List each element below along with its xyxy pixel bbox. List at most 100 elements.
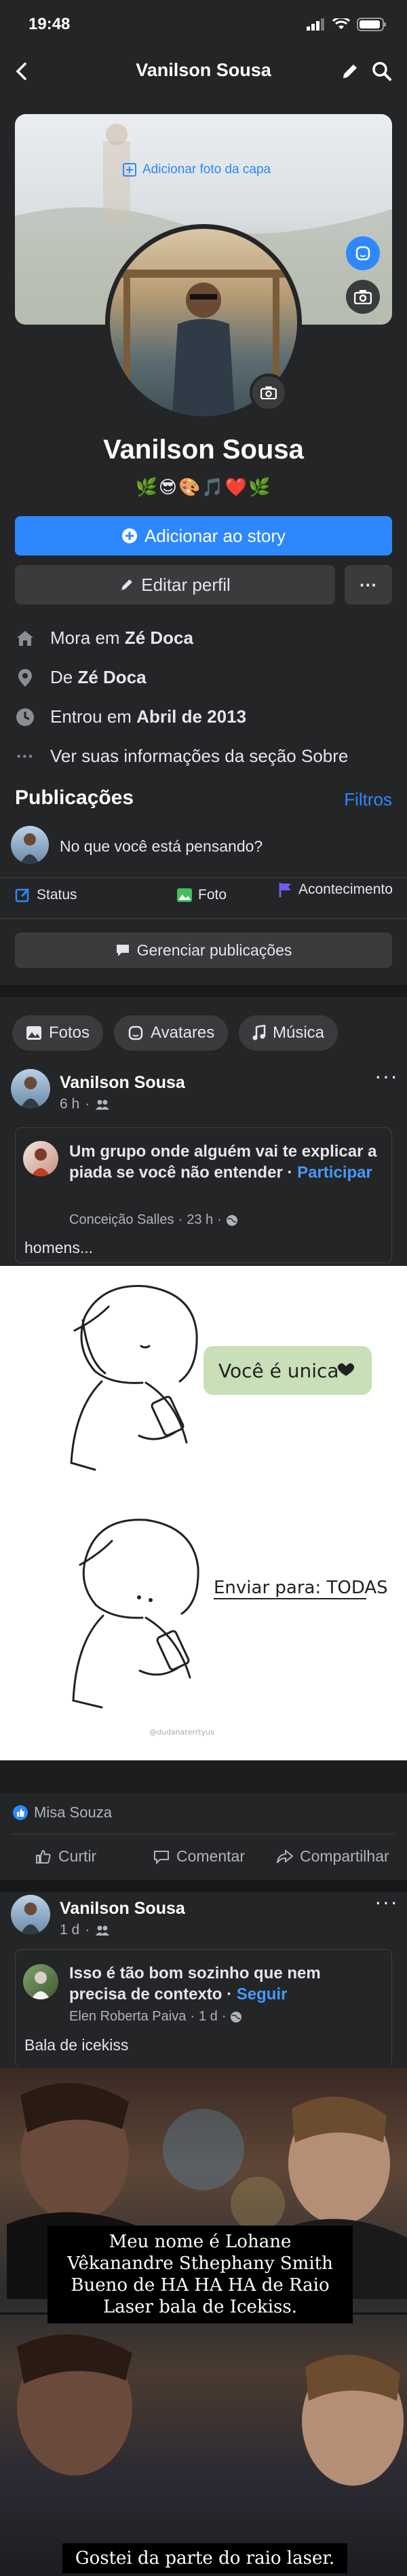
location-pin-icon xyxy=(18,668,32,687)
comic-text-2: Enviar para: TODAS xyxy=(214,1578,388,1598)
post-author-name[interactable]: Vanilson Sousa xyxy=(60,1899,185,1919)
post-author-avatar[interactable] xyxy=(11,1895,50,1934)
chip-photos[interactable]: Fotos xyxy=(12,1015,104,1051)
intro-text: Ver suas informações da seção Sobre xyxy=(50,746,349,766)
tab-life-event[interactable]: Acontecimento xyxy=(278,882,400,898)
battery-icon xyxy=(357,18,386,31)
post-options-button[interactable]: ··· xyxy=(374,1889,398,1915)
intro-joined[interactable]: Entrou em Abril de 2013 xyxy=(15,706,246,727)
meme-caption-bottom: Gostei da parte do raio laser. xyxy=(62,2543,347,2573)
comment-icon xyxy=(154,1850,169,1864)
avatar-figure xyxy=(20,1076,41,1108)
shared-post-time: 23 h xyxy=(187,1212,214,1227)
status-time: 19:48 xyxy=(28,15,71,33)
cover-avatar-button[interactable] xyxy=(346,236,380,270)
avatar-face-icon xyxy=(355,246,370,261)
add-photo-icon xyxy=(123,163,136,177)
edit-profile-button[interactable]: Editar perfil xyxy=(15,565,335,604)
shared-post-author[interactable]: Conceição Salles xyxy=(69,1212,174,1228)
avatar-figure xyxy=(31,1972,50,1999)
composer-input[interactable]: No que você está pensando? xyxy=(60,837,263,856)
home-icon xyxy=(17,630,33,646)
shared-author-avatar[interactable] xyxy=(23,1141,58,1176)
add-cover-photo-link[interactable]: Adicionar foto da capa xyxy=(122,162,271,177)
comment-button[interactable]: Comentar xyxy=(153,1847,245,1866)
intro-text: De xyxy=(50,667,78,687)
reaction-name: Misa Souza xyxy=(34,1804,112,1821)
post-image-comic[interactable]: Você é unica Enviar para: TODAS @dudanat… xyxy=(0,1266,407,1760)
camera-icon xyxy=(354,290,372,304)
post-image-meme[interactable]: Meu nome é Lohane Vêkanandre Sthephany S… xyxy=(0,2068,407,2576)
cover-camera-button[interactable] xyxy=(346,280,380,314)
profile-more-button[interactable]: ··· xyxy=(345,565,392,604)
intro-value: Zé Doca xyxy=(77,667,147,687)
join-link[interactable]: Participar xyxy=(297,1163,372,1182)
edit-profile-label: Editar perfil xyxy=(141,574,231,595)
shared-author-avatar[interactable] xyxy=(23,1964,58,1999)
like-reaction-icon xyxy=(13,1805,28,1820)
post-caption: Bala de icekiss xyxy=(24,2036,129,2054)
filters-link[interactable]: Filtros xyxy=(344,789,392,810)
avatar-figure xyxy=(20,833,39,864)
section-separator xyxy=(0,985,407,997)
chip-avatars[interactable]: Avatares xyxy=(114,1015,229,1051)
intro-lives-in[interactable]: Mora em Zé Doca xyxy=(15,628,193,649)
like-button[interactable]: Curtir xyxy=(35,1847,96,1866)
section-separator xyxy=(0,1880,407,1892)
music-note-icon xyxy=(252,1025,266,1040)
edit-button[interactable] xyxy=(341,62,360,81)
share-label: Compartilhar xyxy=(300,1847,389,1865)
flag-icon xyxy=(279,883,291,897)
manage-posts-button[interactable]: Gerenciar publicações xyxy=(15,932,392,968)
divider xyxy=(0,918,407,919)
share-button[interactable]: Compartilhar xyxy=(277,1847,389,1866)
status-icons xyxy=(307,18,387,31)
pencil-icon xyxy=(121,579,133,590)
chip-avatars-label: Avatares xyxy=(151,1023,215,1042)
tab-status-label: Status xyxy=(37,887,77,903)
search-button[interactable] xyxy=(372,61,392,81)
post-author-name[interactable]: Vanilson Sousa xyxy=(60,1073,185,1093)
intro-text: Mora em xyxy=(50,628,125,648)
globe-icon xyxy=(226,1214,237,1226)
intro-see-about[interactable]: ··· Ver suas informações da seção Sobre xyxy=(15,746,348,767)
post-caption: homens... xyxy=(24,1239,93,1256)
signal-icon xyxy=(307,18,324,31)
chip-music[interactable]: Música xyxy=(239,1015,338,1051)
shared-post-meta: Conceição Salles · 23 h · xyxy=(69,1212,238,1228)
post-reactions[interactable]: Misa Souza xyxy=(12,1804,112,1821)
divider xyxy=(0,877,407,878)
friends-icon xyxy=(96,1100,110,1110)
more-dots-icon: ··· xyxy=(16,746,34,766)
avatar-face-icon xyxy=(128,1026,143,1040)
comic-watermark: @dudanaterrtyus xyxy=(149,1728,214,1737)
thumbs-up-icon xyxy=(36,1849,51,1864)
comic-text-1: Você é unica xyxy=(218,1360,339,1382)
photo-icon xyxy=(26,1026,41,1040)
post-author-avatar[interactable] xyxy=(11,1069,50,1108)
post-meta: 1 d · xyxy=(60,1922,110,1938)
post-meta: 6 h · xyxy=(60,1096,110,1112)
avatar-figure xyxy=(31,1148,50,1176)
shared-post-title: Isso é tão bom sozinho que nem precisa d… xyxy=(69,1963,381,2005)
tab-status[interactable]: Status xyxy=(15,887,77,903)
camera-icon xyxy=(260,386,277,399)
intro-text: Entrou em xyxy=(50,706,137,727)
search-icon xyxy=(372,62,391,81)
tab-life-event-label: Acontecimento xyxy=(298,882,393,897)
friends-icon xyxy=(96,1925,110,1936)
composer-avatar[interactable] xyxy=(11,826,49,864)
profile-picture-camera-button[interactable] xyxy=(250,374,288,412)
shared-post-author[interactable]: Elen Roberta Paiva xyxy=(69,2009,186,2025)
intro-value: Abril de 2013 xyxy=(136,706,247,727)
follow-link[interactable]: Seguir xyxy=(237,1985,288,2003)
profile-name: Vanilson Sousa xyxy=(103,435,304,465)
wifi-icon xyxy=(332,18,350,29)
tab-photo[interactable]: Foto xyxy=(176,887,227,903)
intro-from[interactable]: De Zé Doca xyxy=(15,667,147,688)
manage-posts-label: Gerenciar publicações xyxy=(136,941,292,959)
more-dots-icon: ··· xyxy=(360,574,377,595)
shared-post-time: 1 d xyxy=(199,2009,218,2024)
post-options-button[interactable]: ··· xyxy=(374,1064,398,1089)
add-to-story-button[interactable]: Adicionar ao story xyxy=(15,516,392,556)
